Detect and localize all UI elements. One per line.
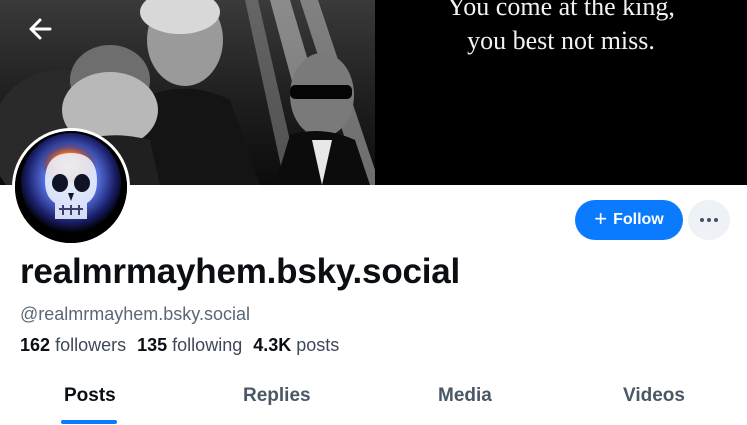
- profile-tabs: Posts Replies Media Videos: [0, 365, 747, 425]
- followers-stat[interactable]: 162 followers: [20, 335, 126, 356]
- posts-label: posts: [296, 335, 340, 355]
- follow-button[interactable]: + Follow: [575, 200, 683, 240]
- plus-icon: +: [594, 206, 608, 231]
- display-name: realmrmayhem.bsky.social: [20, 252, 461, 291]
- tab-replies[interactable]: Replies: [243, 385, 311, 407]
- avatar[interactable]: [12, 128, 130, 246]
- following-label: following: [172, 335, 243, 355]
- follow-label: Follow: [613, 211, 664, 228]
- banner-quote-line-2: you best not miss.: [467, 26, 655, 55]
- more-options-button[interactable]: [688, 200, 730, 240]
- profile-handle: @realmrmayhem.bsky.social: [20, 304, 250, 324]
- posts-stat: 4.3K posts: [253, 335, 339, 356]
- flaming-skull-icon: [15, 131, 127, 243]
- active-tab-indicator: [61, 420, 117, 424]
- tab-videos[interactable]: Videos: [623, 385, 685, 407]
- followers-count: 162: [20, 335, 51, 355]
- tab-media[interactable]: Media: [438, 385, 492, 407]
- ellipsis-icon: [700, 218, 718, 222]
- posts-count: 4.3K: [253, 335, 292, 355]
- following-stat[interactable]: 135 following: [137, 335, 242, 356]
- banner-quote-line-1: You come at the king,: [447, 0, 675, 21]
- profile-stats: 162 followers 135 following 4.3K posts: [20, 335, 345, 356]
- banner-quote: You come at the king, you best not miss.: [375, 0, 747, 185]
- followers-label: followers: [55, 335, 127, 355]
- following-count: 135: [137, 335, 168, 355]
- arrow-left-icon: [29, 18, 52, 40]
- back-button[interactable]: [26, 14, 56, 44]
- tab-posts[interactable]: Posts: [64, 385, 116, 407]
